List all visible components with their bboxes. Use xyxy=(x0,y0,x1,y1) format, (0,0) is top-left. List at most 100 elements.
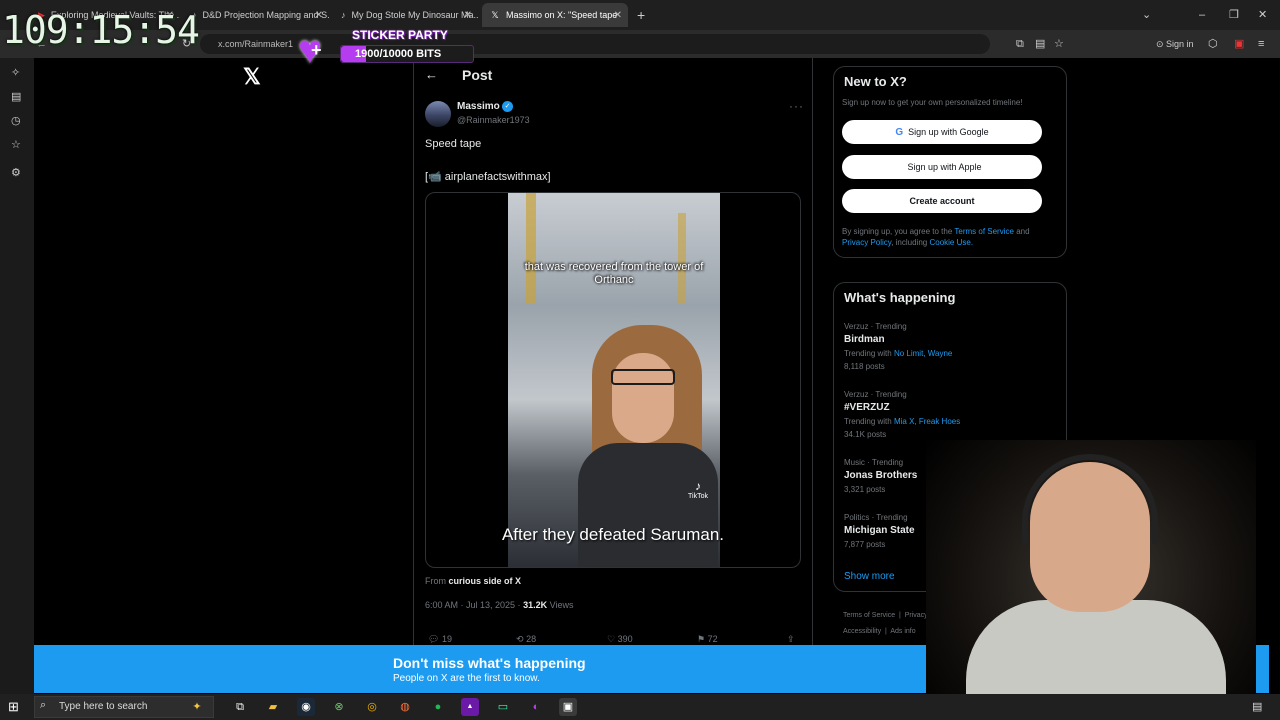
sign-in-button[interactable]: ⊙ Sign in xyxy=(1156,37,1194,51)
trend-name: Birdman xyxy=(844,334,885,345)
author-handle[interactable]: @Rainmaker1973 xyxy=(457,115,530,125)
webcam-overlay xyxy=(926,440,1256,696)
like-button[interactable]: ♡ 390 xyxy=(607,634,633,645)
video-person xyxy=(611,369,675,385)
browser-tab[interactable]: ♪ D&D Projection Mapping and S... ✕ xyxy=(184,3,329,27)
favorites-icon[interactable]: ☆ xyxy=(11,138,21,152)
steam-icon[interactable]: ◉ xyxy=(297,698,315,716)
app-icon[interactable]: ▲ xyxy=(461,698,479,716)
video-subtitle: After they defeated Saruman. xyxy=(501,525,725,544)
video-person xyxy=(578,443,718,567)
extensions-icon[interactable]: ⬡ xyxy=(1208,37,1218,51)
minimize-icon[interactable]: – xyxy=(1199,8,1205,22)
trends-title: What's happening xyxy=(844,290,956,305)
windows-start-icon[interactable]: ⊞ xyxy=(8,699,19,715)
terms-text: By signing up, you agree to the Terms of… xyxy=(842,226,1052,248)
privacy-link[interactable]: Privacy Policy xyxy=(842,238,891,247)
chrome-icon[interactable]: ◎ xyxy=(363,698,381,716)
trend-posts: 34.1K posts xyxy=(844,430,887,439)
history-icon[interactable]: ◷ xyxy=(11,114,21,128)
tab-list-icon[interactable]: ⌄ xyxy=(1142,8,1151,22)
trend-item[interactable]: Verzuz · Trending Birdman Trending with … xyxy=(844,322,1054,371)
close-tab-icon[interactable]: ✕ xyxy=(464,10,472,21)
video-player[interactable]: that was recovered from the tower of Ort… xyxy=(425,192,801,568)
browser-tab-active[interactable]: 𝕏 Massimo on X: "Speed tape ✕ xyxy=(482,3,628,27)
cookie-link[interactable]: Cookie Use. xyxy=(929,238,973,247)
tiktok-label: TikTok xyxy=(688,493,708,500)
repost-button[interactable]: ⟲ 28 xyxy=(516,634,536,645)
ai-sparkle-icon[interactable]: ✧ xyxy=(11,66,20,80)
author-name[interactable]: Massimo xyxy=(457,101,500,112)
avatar[interactable] xyxy=(425,101,451,127)
firefox-icon[interactable]: ◍ xyxy=(396,698,414,716)
trend-with-links[interactable]: No Limit, Wayne xyxy=(894,349,952,358)
create-account-button[interactable]: Create account xyxy=(842,189,1042,213)
sparkle-icon[interactable]: ✦ xyxy=(188,698,206,716)
footer-accessibility-link[interactable]: Accessibility xyxy=(843,628,881,635)
file-explorer-icon[interactable]: ▰ xyxy=(264,698,282,716)
sticker-title: STICKER PARTY xyxy=(352,28,448,42)
browser-sidebar: ✧ ▤ ◷ ☆ ⚙ xyxy=(0,58,34,694)
tiktok-icon: ♪ xyxy=(341,10,346,20)
close-window-icon[interactable]: ✕ xyxy=(1258,8,1267,22)
google-icon: G xyxy=(895,126,904,138)
banner-title: Don't miss what's happening xyxy=(393,655,586,671)
x-logo-icon: 𝕏 xyxy=(491,10,499,20)
tiktok-icon: ♪ xyxy=(694,479,701,493)
heart-icon: ♡ xyxy=(607,634,616,644)
reading-list-icon[interactable]: ▤ xyxy=(11,90,21,104)
notifications-icon[interactable]: ▤ xyxy=(1252,700,1262,713)
share-button[interactable]: ⇪ xyxy=(787,634,795,645)
spotify-icon[interactable]: ● xyxy=(429,698,447,716)
views-count: 31.2K xyxy=(523,600,548,610)
footer-terms-link[interactable]: Terms of Service xyxy=(843,612,895,619)
apple-signup-label: Sign up with Apple xyxy=(907,162,982,172)
more-options-icon[interactable]: ··· xyxy=(789,99,804,113)
post-source: From curious side of X xyxy=(425,576,521,586)
tiktok-watermark: ♪ TikTok xyxy=(688,479,708,500)
video-person xyxy=(612,353,674,443)
apple-signup-button[interactable]: Sign up with Apple xyxy=(842,155,1042,179)
post-timestamp[interactable]: 6:00 AM · Jul 13, 2025 · xyxy=(425,600,521,610)
stream-timer: 109:15:54 xyxy=(2,8,200,52)
xbox-icon[interactable]: ⊗ xyxy=(330,698,348,716)
reader-icon[interactable]: ▤ xyxy=(1035,37,1045,51)
bits-count: 1900/10000 BITS xyxy=(355,48,442,60)
settings-gear-icon[interactable]: ⚙ xyxy=(11,166,21,180)
show-more-link[interactable]: Show more xyxy=(844,571,895,582)
maximize-icon[interactable]: ❐ xyxy=(1229,8,1239,22)
post-text: Speed tape xyxy=(425,138,482,150)
repost-icon: ⟲ xyxy=(516,634,524,644)
trend-with-links[interactable]: Mia X, Freak Hoes xyxy=(894,417,960,426)
terminal-icon[interactable]: ▭ xyxy=(494,698,512,716)
close-tab-icon[interactable]: ✕ xyxy=(614,10,622,21)
browser-tab[interactable]: ♪ My Dog Stole My Dinosaur Ma... ✕ xyxy=(333,3,478,27)
share-icon: ⇪ xyxy=(787,634,795,644)
x-logo-icon[interactable]: 𝕏 xyxy=(243,64,261,90)
new-tab-icon[interactable]: + xyxy=(637,8,645,22)
bookmark-count: 72 xyxy=(707,634,718,644)
bits-progress-bar: 1900/10000 BITS xyxy=(340,45,474,63)
post-meta: 6:00 AM · Jul 13, 2025 · 31.2K Views xyxy=(425,600,573,610)
taskbar-search-input[interactable]: Type here to search xyxy=(34,696,214,718)
trend-posts: 8,118 posts xyxy=(844,362,885,371)
video-frame[interactable]: that was recovered from the tower of Ort… xyxy=(508,193,720,567)
app-window-icon[interactable]: ▣ xyxy=(559,698,577,716)
close-tab-icon[interactable]: ✕ xyxy=(315,10,323,21)
source-prefix: From xyxy=(425,576,446,586)
footer-ads-link[interactable]: Ads info xyxy=(890,628,915,635)
trend-item[interactable]: Verzuz · Trending #VERZUZ Trending with … xyxy=(844,390,1054,439)
screenshot-icon[interactable]: ⧉ xyxy=(1016,37,1024,51)
create-account-label: Create account xyxy=(909,196,975,206)
bookmark-button[interactable]: ⚑ 72 xyxy=(697,634,718,645)
bookmark-star-icon[interactable]: ☆ xyxy=(1054,37,1064,51)
extension-badge-icon[interactable]: ▣ xyxy=(1234,37,1244,51)
menu-icon[interactable]: ≡ xyxy=(1258,37,1264,51)
google-signup-button[interactable]: G Sign up with Google xyxy=(842,120,1042,144)
task-view-icon[interactable]: ⧉ xyxy=(231,698,249,716)
reply-button[interactable]: 💬︎ 19 xyxy=(428,634,452,645)
terms-link[interactable]: Terms of Service xyxy=(954,227,1014,236)
trend-context: Verzuz · Trending xyxy=(844,390,907,399)
source-link[interactable]: curious side of X xyxy=(449,576,522,586)
obs-icon[interactable]: ◐ xyxy=(527,698,545,716)
